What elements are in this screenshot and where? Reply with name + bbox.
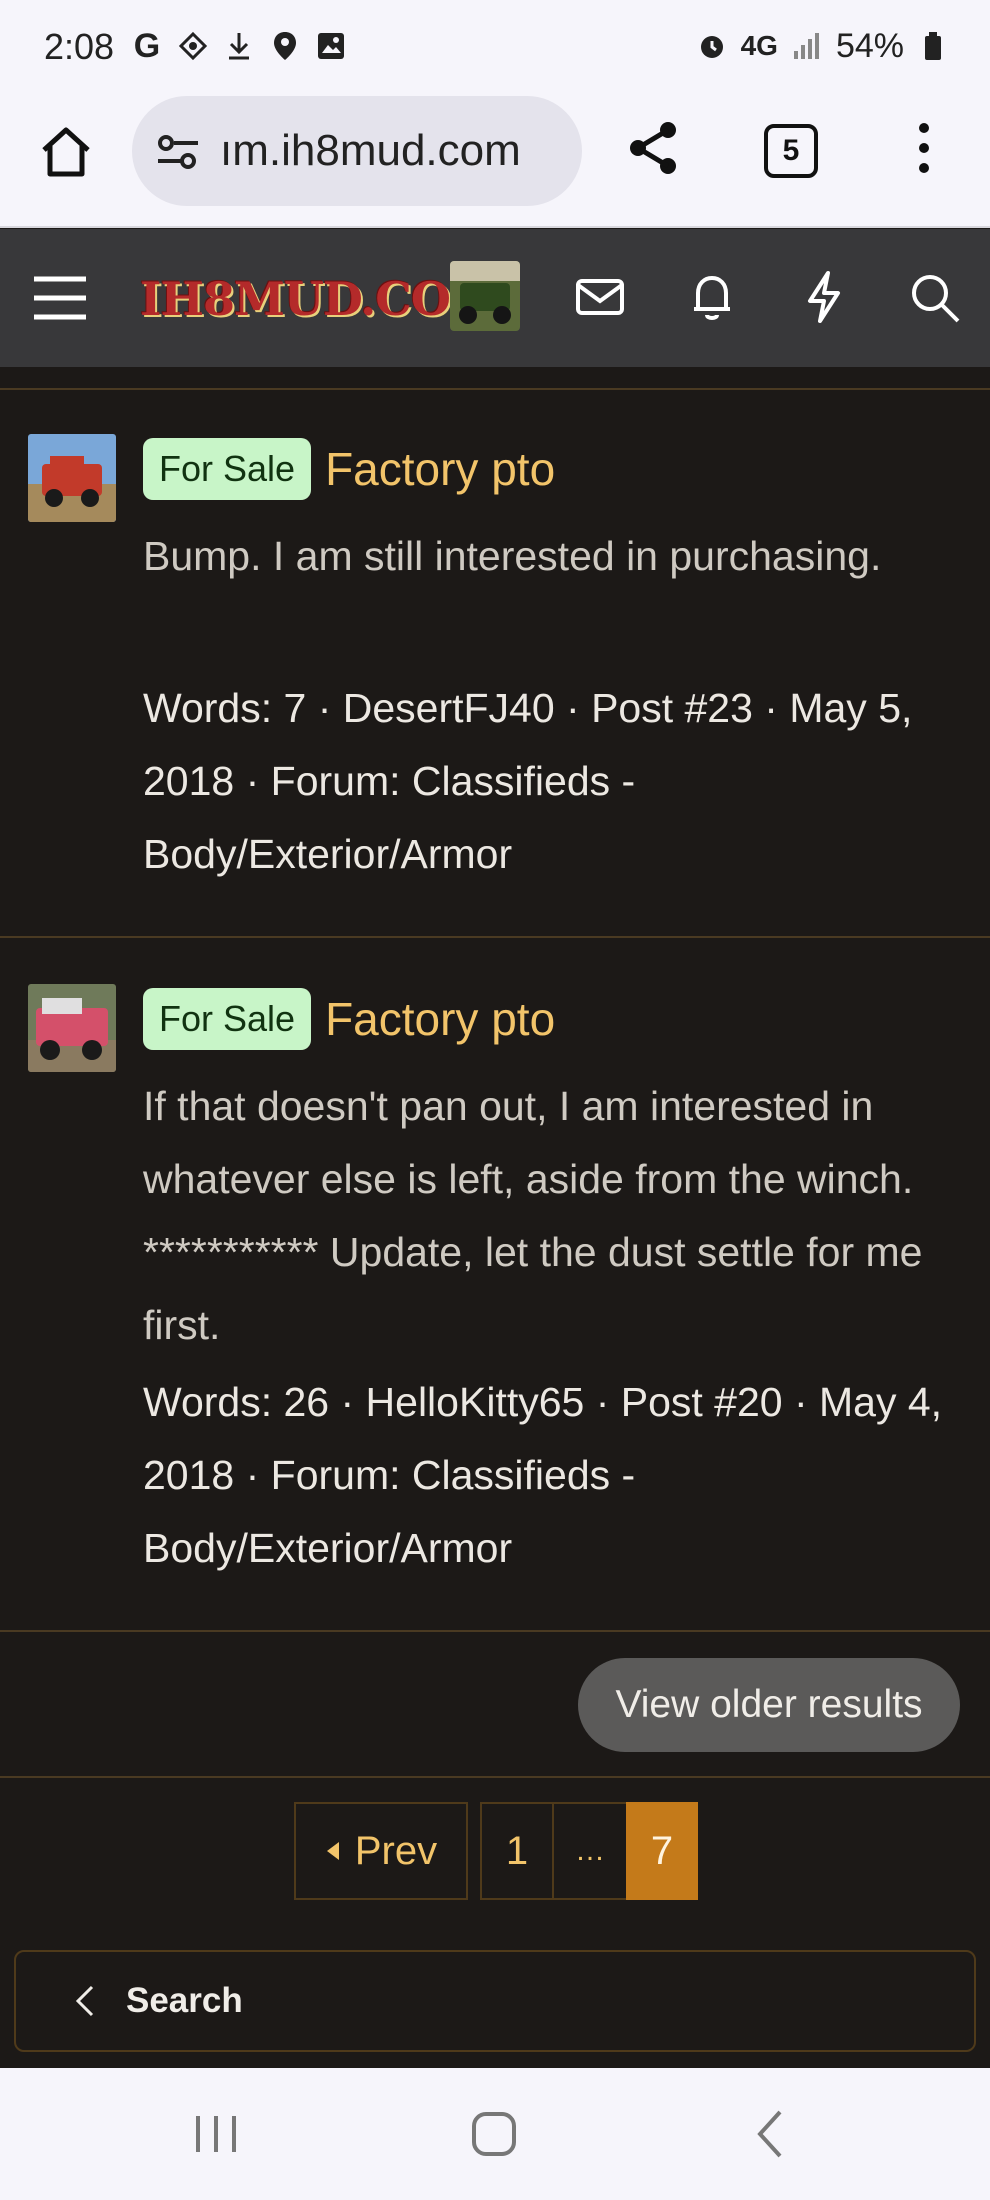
chevron-left-icon (75, 1985, 94, 2017)
result-snippet: Bump. I am still interested in purchasin… (143, 533, 882, 579)
download-icon (222, 29, 256, 63)
image-icon (314, 29, 348, 63)
view-older-results-button[interactable]: View older results (578, 1658, 960, 1752)
signal-icon (790, 29, 824, 63)
caret-left-icon (326, 1842, 339, 1860)
divider (0, 1776, 990, 1778)
back-nav-icon[interactable] (744, 2106, 800, 2162)
site-logo[interactable]: IH8MUD.COM (140, 269, 501, 329)
home-icon[interactable] (36, 122, 96, 182)
prev-page-button[interactable]: Prev (294, 1802, 468, 1900)
more-options-icon[interactable] (900, 118, 948, 178)
author-avatar[interactable] (28, 434, 116, 522)
status-bar: 2:08 G 4G 54% (0, 0, 990, 94)
home-nav-icon[interactable] (466, 2106, 522, 2162)
bell-icon[interactable] (684, 269, 740, 325)
search-icon[interactable] (906, 269, 962, 325)
tab-switcher-button[interactable]: 5 (764, 124, 818, 178)
status-left-icons: G (130, 26, 348, 66)
system-nav-bar (0, 2068, 990, 2200)
nearby-icon (176, 29, 210, 63)
author-avatar[interactable] (28, 984, 116, 1072)
back-to-search-button[interactable]: Search (14, 1950, 976, 2052)
share-icon[interactable] (624, 118, 684, 178)
status-time: 2:08 (44, 26, 115, 67)
battery-percent: 54% (835, 26, 904, 65)
menu-icon[interactable] (32, 273, 88, 323)
forum-header: IH8MUD.COM (0, 229, 990, 367)
user-avatar[interactable] (450, 261, 520, 331)
for-sale-badge: For Sale (143, 988, 312, 1050)
page-1-button[interactable]: 1 (480, 1802, 552, 1900)
for-sale-badge: For Sale (143, 438, 312, 500)
google-icon: G (133, 26, 161, 65)
mail-icon[interactable] (572, 269, 628, 325)
result-meta: Words: 26 · HelloKitty65 · Post #20 · Ma… (143, 1379, 943, 1571)
site-settings-icon[interactable] (156, 130, 200, 174)
alarm-icon (695, 29, 729, 63)
battery-icon (916, 29, 950, 63)
search-result[interactable]: For Sale Factory pto Bump. I am still in… (0, 390, 990, 938)
network-4g-icon: 4G (740, 30, 778, 61)
search-result[interactable]: For Sale Factory pto If that doesn't pan… (0, 938, 990, 1632)
result-meta: Words: 7 · DesertFJ40 · Post #23 · May 5… (143, 685, 913, 877)
lightning-icon[interactable] (796, 269, 852, 325)
prev-label: Prev (354, 1828, 438, 1873)
result-title[interactable]: Factory pto (325, 442, 555, 496)
page-ellipsis-button[interactable]: … (552, 1802, 626, 1900)
status-right-icons: 4G 54% (695, 26, 950, 66)
back-search-label: Search (126, 1981, 243, 2020)
location-icon (268, 29, 302, 63)
url-bar[interactable]: ım.ih8mud.com (132, 96, 582, 206)
url-text[interactable]: ım.ih8mud.com (220, 126, 521, 176)
result-snippet: If that doesn't pan out, I am interested… (143, 1083, 923, 1348)
recents-icon[interactable] (188, 2106, 244, 2162)
browser-toolbar: ım.ih8mud.com 5 (0, 94, 990, 228)
pagination: Prev 1 … 7 (294, 1802, 698, 1900)
page-7-current[interactable]: 7 (626, 1802, 698, 1900)
result-title[interactable]: Factory pto (325, 992, 555, 1046)
